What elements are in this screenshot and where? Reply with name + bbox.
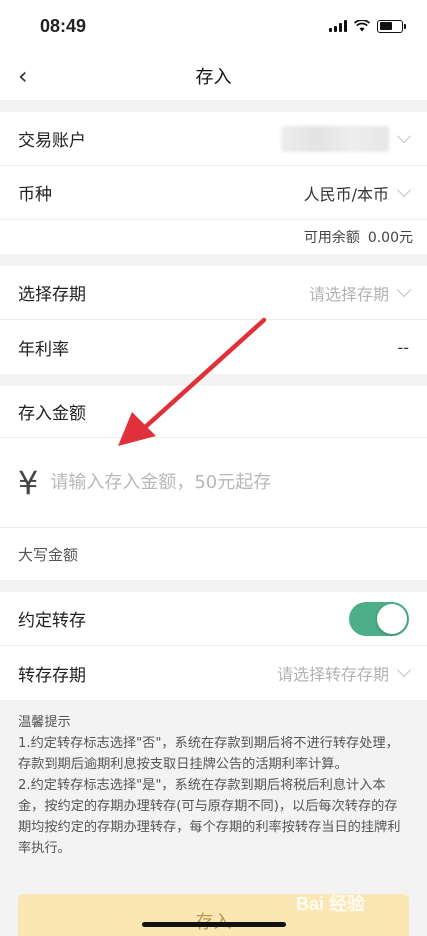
signal-icon [329, 20, 347, 32]
toggle-knob [377, 603, 407, 634]
wifi-icon [354, 20, 370, 32]
available-balance-label: 可用余额 [303, 230, 360, 246]
amount-label: 存入金额 [0, 386, 427, 438]
chevron-down-icon [396, 662, 412, 678]
currency-row[interactable]: 币种 人民币/本币 [0, 166, 427, 220]
home-indicator[interactable] [142, 922, 286, 927]
upper-amount-label: 大写金额 [18, 545, 79, 564]
account-number-redacted [281, 125, 389, 152]
available-balance-value: 0.00元 [367, 230, 413, 246]
account-section: 交易账户 币种 人民币/本币 可用余额 0.00元 [0, 112, 427, 254]
nav-bar: ‹ 存入 [0, 52, 427, 100]
battery-icon [377, 19, 406, 33]
tips-line-1: 1.约定转存标志选择"否"，系统在存款到期后将不进行转存处理，存款到期后逾期利息… [18, 736, 399, 772]
yen-icon: ¥ [18, 463, 39, 502]
trade-account-label: 交易账户 [18, 131, 86, 151]
currency-value: 人民币/本币 [303, 184, 389, 204]
amount-input-row[interactable]: ¥ [0, 438, 427, 528]
agreed-renewal-row: 约定转存 [0, 592, 427, 646]
renewal-term-row[interactable]: 转存存期 请选择转存存期 [0, 646, 427, 700]
status-bar: 08:49 [0, 0, 427, 52]
tips-title: 温馨提示 [18, 715, 71, 730]
page-title: 存入 [195, 67, 232, 88]
annual-rate-row: 年利率 -- [0, 320, 427, 374]
term-section: 选择存期 请选择存期 年利率 -- [0, 266, 427, 374]
trade-account-row[interactable]: 交易账户 [0, 112, 427, 166]
back-icon[interactable]: ‹ [18, 62, 28, 90]
watermark: Bai 经验 [296, 894, 366, 914]
amount-input[interactable] [50, 472, 381, 493]
annual-rate-value: -- [397, 337, 409, 357]
agreed-renewal-toggle[interactable] [349, 601, 409, 636]
agreed-renewal-label: 约定转存 [18, 611, 86, 631]
select-term-placeholder: 请选择存期 [308, 284, 389, 304]
tips-section: 温馨提示 1.约定转存标志选择"否"，系统在存款到期后将不进行转存处理，存款到期… [0, 700, 427, 859]
renewal-term-placeholder: 请选择转存存期 [276, 665, 389, 684]
currency-label: 币种 [18, 185, 52, 205]
available-balance-row: 可用余额 0.00元 [0, 220, 427, 254]
status-icons [329, 19, 406, 33]
chevron-down-icon [396, 128, 412, 143]
chevron-down-icon [396, 182, 412, 197]
chevron-down-icon [396, 282, 412, 297]
status-time: 08:49 [40, 15, 87, 36]
annual-rate-label: 年利率 [18, 339, 69, 360]
tips-line-2: 2.约定转存标志选择"是"，系统在存款到期后将税后利息计入本金，按约定的存期办理… [18, 778, 401, 856]
renewal-section: 约定转存 转存存期 请选择转存存期 [0, 592, 427, 700]
renewal-term-label: 转存存期 [18, 665, 86, 686]
amount-section: 存入金额 ¥ 大写金额 [0, 386, 427, 580]
select-term-row[interactable]: 选择存期 请选择存期 [0, 266, 427, 320]
select-term-label: 选择存期 [18, 285, 86, 305]
